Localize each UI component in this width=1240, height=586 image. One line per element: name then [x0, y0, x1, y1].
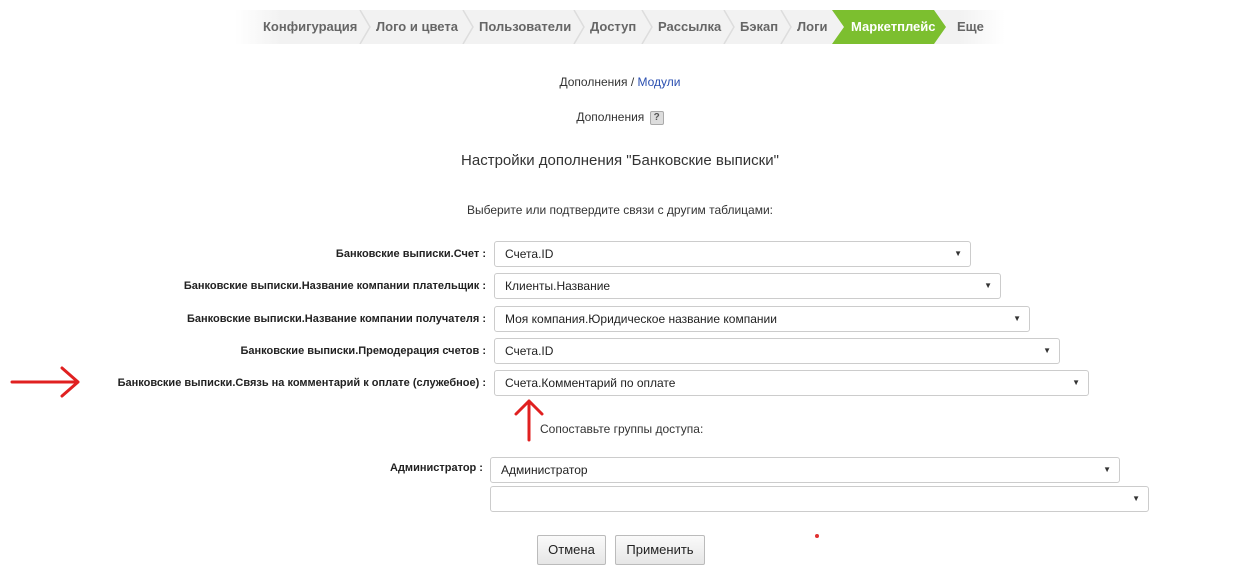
mapping-label: Банковские выписки.Связь на комментарий …	[117, 377, 486, 389]
admin-group-select[interactable]: Администратор ▼	[490, 457, 1120, 483]
chevron-down-icon: ▼	[1103, 465, 1111, 474]
mapping-label: Банковские выписки.Название компании пла…	[183, 280, 486, 292]
nav-item-logo-colors[interactable]: Лого и цвета	[376, 10, 458, 44]
breadcrumb-separator: /	[627, 75, 638, 89]
mapping-value: Счета.ID	[505, 247, 554, 261]
nav-item-marketplace[interactable]: Маркетплейс	[851, 10, 935, 44]
annotation-arrow-right	[10, 366, 80, 398]
chevron-down-icon: ▼	[984, 281, 992, 290]
mapping-value: Клиенты.Название	[505, 279, 611, 293]
mapping-label: Банковские выписки.Название компании пол…	[186, 313, 486, 325]
mapping-select[interactable]: Счета.Комментарий по оплате ▼	[494, 370, 1089, 396]
chevron-down-icon: ▼	[1072, 378, 1080, 387]
secondary-group-select[interactable]: ▼	[490, 486, 1149, 512]
cancel-button[interactable]: Отмена	[537, 535, 606, 565]
breadcrumb: Дополнения / Модули	[0, 75, 1240, 89]
nav-separator	[573, 10, 585, 44]
mapping-select[interactable]: Счета.ID ▼	[494, 241, 971, 267]
admin-group-value: Администратор	[501, 463, 588, 477]
nav-item-logs[interactable]: Логи	[797, 10, 827, 44]
nav-item-backup[interactable]: Бэкап	[740, 10, 778, 44]
breadcrumb-current[interactable]: Модули	[638, 75, 681, 89]
nav-separator	[462, 10, 474, 44]
groups-label: Сопоставьте группы доступа:	[540, 422, 704, 436]
nav-separator	[780, 10, 792, 44]
admin-group-label: Администратор :	[390, 462, 483, 474]
nav-separator	[641, 10, 653, 44]
apply-button[interactable]: Применить	[615, 535, 705, 565]
chevron-down-icon: ▼	[1013, 314, 1021, 323]
section-label: Дополнения	[576, 110, 645, 124]
nav-separator	[359, 10, 371, 44]
mapping-label: Банковские выписки.Премодерация счетов :	[240, 345, 486, 357]
top-nav: Конфигурация Лого и цвета Пользователи Д…	[0, 10, 1240, 44]
mapping-select[interactable]: Счета.ID ▼	[494, 338, 1060, 364]
red-dot	[815, 534, 819, 538]
section-heading: Дополнения ?	[0, 110, 1240, 125]
chevron-down-icon: ▼	[1132, 494, 1140, 503]
nav-separator	[723, 10, 735, 44]
help-icon[interactable]: ?	[649, 110, 664, 125]
nav-item-configuration[interactable]: Конфигурация	[263, 10, 357, 44]
page-title: Настройки дополнения "Банковские выписки…	[461, 152, 779, 169]
nav-item-more[interactable]: Еще	[957, 10, 984, 44]
mapping-value: Счета.ID	[505, 344, 554, 358]
nav-item-mailing[interactable]: Рассылка	[658, 10, 721, 44]
chevron-down-icon: ▼	[954, 249, 962, 258]
instruction-text: Выберите или подтвердите связи с другим …	[466, 203, 774, 217]
nav-item-users[interactable]: Пользователи	[479, 10, 571, 44]
mapping-value: Моя компания.Юридическое название компан…	[505, 312, 777, 326]
breadcrumb-parent[interactable]: Дополнения	[560, 75, 628, 89]
mapping-select[interactable]: Моя компания.Юридическое название компан…	[494, 306, 1030, 332]
mapping-value: Счета.Комментарий по оплате	[505, 376, 676, 390]
mapping-select[interactable]: Клиенты.Название ▼	[494, 273, 1001, 299]
chevron-down-icon: ▼	[1043, 346, 1051, 355]
nav-item-access[interactable]: Доступ	[590, 10, 636, 44]
mapping-label: Банковские выписки.Счет :	[335, 248, 486, 260]
